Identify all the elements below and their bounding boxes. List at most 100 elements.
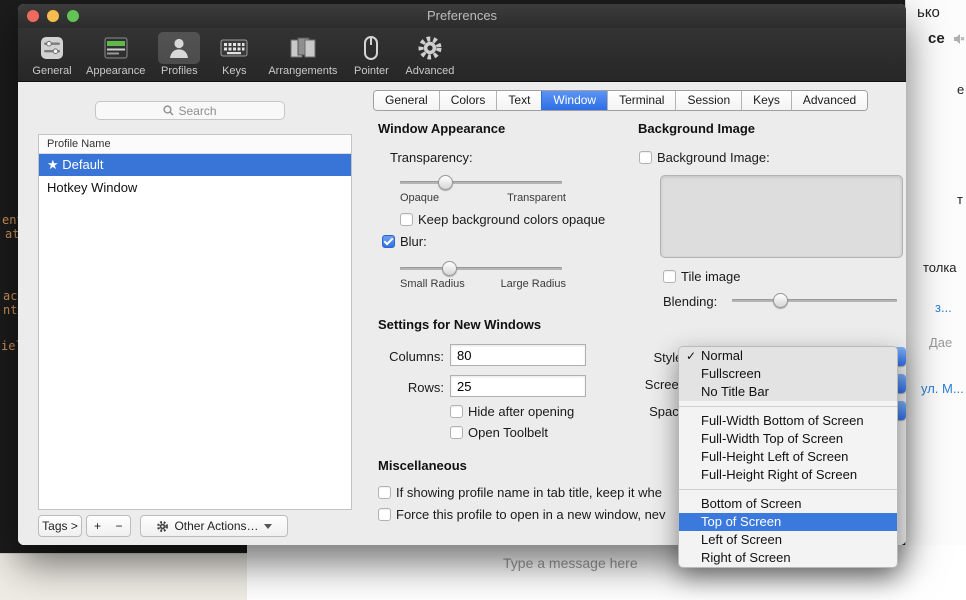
titlebar[interactable]: Preferences bbox=[18, 4, 906, 28]
menu-item-label: No Title Bar bbox=[701, 384, 769, 399]
menu-item-label: Full-Width Top of Screen bbox=[701, 431, 844, 446]
desktop: ent- ate aci nt; ield- ько ce е т толка … bbox=[0, 0, 966, 600]
tab-general[interactable]: General bbox=[374, 91, 439, 110]
add-profile-button[interactable]: + bbox=[86, 515, 109, 537]
menu-item-left-of-screen[interactable]: Left of Screen bbox=[679, 531, 897, 549]
traffic-lights bbox=[27, 10, 79, 22]
tags-button[interactable]: Tags > bbox=[38, 515, 82, 537]
new-windows-heading: Settings for New Windows bbox=[378, 317, 542, 332]
toolbar-item-pointer[interactable]: Pointer bbox=[347, 32, 395, 77]
columns-input[interactable] bbox=[450, 344, 586, 366]
transparent-label: Transparent bbox=[507, 192, 566, 204]
slider-track[interactable] bbox=[400, 267, 562, 270]
menu-item-label: Full-Width Bottom of Screen bbox=[701, 413, 864, 428]
advanced-gear-icon bbox=[409, 32, 451, 64]
checkbox-box bbox=[378, 486, 391, 499]
toolbar-label: Pointer bbox=[353, 65, 389, 77]
tab-session[interactable]: Session bbox=[675, 91, 742, 110]
toolbar-item-profiles[interactable]: Profiles bbox=[155, 32, 203, 77]
rows-input[interactable] bbox=[450, 375, 586, 397]
tab-window[interactable]: Window bbox=[541, 91, 608, 110]
checkbox-box bbox=[450, 405, 463, 418]
toolbar-item-appearance[interactable]: Appearance bbox=[83, 32, 148, 77]
slider-track[interactable] bbox=[400, 181, 562, 184]
tab-text[interactable]: Text bbox=[496, 91, 542, 110]
background-panel bbox=[0, 553, 247, 600]
menu-item-full-width-top[interactable]: Full-Width Top of Screen bbox=[679, 430, 897, 448]
tab-colors[interactable]: Colors bbox=[438, 91, 497, 110]
menu-item-label: Normal bbox=[701, 348, 743, 363]
zoom-button[interactable] bbox=[67, 10, 79, 22]
slider-knob[interactable] bbox=[438, 175, 454, 190]
checkbox-box bbox=[639, 151, 652, 164]
search-placeholder: Search bbox=[178, 103, 217, 118]
background-image-well[interactable] bbox=[660, 175, 903, 258]
toolbar-label: Arrangements bbox=[268, 65, 338, 77]
style-menu-group-2: Full-Width Bottom of Screen Full-Width T… bbox=[679, 412, 897, 484]
menu-item-full-height-right[interactable]: Full-Height Right of Screen bbox=[679, 466, 897, 484]
checkbox-label: Open Toolbelt bbox=[468, 425, 548, 440]
menu-item-full-height-left[interactable]: Full-Height Left of Screen bbox=[679, 448, 897, 466]
gear-icon bbox=[156, 520, 169, 533]
slider-track[interactable] bbox=[732, 299, 897, 302]
tab-terminal[interactable]: Terminal bbox=[607, 91, 676, 110]
checkbox-box bbox=[378, 508, 391, 521]
blur-checkbox[interactable]: Blur: bbox=[382, 234, 427, 249]
menu-item-normal[interactable]: ✓ Normal bbox=[679, 347, 897, 365]
menu-item-right-of-screen[interactable]: Right of Screen bbox=[679, 549, 897, 567]
style-popup-menu: ✓ Normal Fullscreen No Title Bar Full-Wi… bbox=[678, 346, 898, 568]
menu-item-fullscreen[interactable]: Fullscreen bbox=[679, 365, 897, 383]
transparency-slider[interactable] bbox=[400, 175, 562, 190]
toolbar-label: Keys bbox=[222, 65, 247, 77]
keys-icon bbox=[213, 32, 255, 64]
search-input[interactable]: Search bbox=[95, 101, 285, 120]
menu-item-top-of-screen[interactable]: Top of Screen bbox=[679, 513, 897, 531]
force-new-window-checkbox[interactable]: Force this profile to open in a new wind… bbox=[378, 507, 666, 522]
tile-image-checkbox[interactable]: Tile image bbox=[663, 269, 740, 284]
keep-opaque-checkbox[interactable]: Keep background colors opaque bbox=[400, 212, 605, 227]
toolbar-item-advanced[interactable]: Advanced bbox=[402, 32, 457, 77]
chat-fragment: е bbox=[957, 82, 965, 97]
preferences-toolbar: General Appearance Profiles Keys Arrange… bbox=[18, 28, 906, 82]
style-label: Style: bbox=[653, 350, 686, 365]
checkbox-label: Keep background colors opaque bbox=[418, 212, 606, 227]
columns-label: Columns: bbox=[389, 349, 444, 364]
message-input[interactable]: Type a message here bbox=[503, 555, 638, 571]
minimize-button[interactable] bbox=[47, 10, 59, 22]
menu-item-bottom-of-screen[interactable]: Bottom of Screen bbox=[679, 495, 897, 513]
chat-fragment: ce bbox=[928, 30, 945, 47]
close-button[interactable] bbox=[27, 10, 39, 22]
other-actions-button[interactable]: Other Actions… bbox=[140, 515, 288, 537]
profile-row-hotkey-window[interactable]: Hotkey Window bbox=[39, 176, 351, 198]
menu-item-no-title-bar[interactable]: No Title Bar bbox=[679, 383, 897, 401]
profile-row-default[interactable]: ★ Default bbox=[39, 154, 351, 176]
profile-list: Profile Name ★ Default Hotkey Window bbox=[38, 134, 352, 510]
check-icon: ✓ bbox=[686, 349, 697, 363]
blur-radius-slider[interactable] bbox=[400, 261, 562, 276]
blur-slider-labels: Small Radius Large Radius bbox=[400, 278, 566, 290]
menu-item-full-width-bottom[interactable]: Full-Width Bottom of Screen bbox=[679, 412, 897, 430]
checkbox-box bbox=[663, 270, 676, 283]
checkbox-label: Blur: bbox=[400, 234, 427, 249]
checkbox-label: Background Image: bbox=[657, 150, 770, 165]
tab-advanced[interactable]: Advanced bbox=[790, 91, 868, 110]
blending-slider[interactable] bbox=[732, 293, 897, 308]
checkbox-label: Tile image bbox=[681, 269, 741, 284]
profile-name-tab-title-checkbox[interactable]: If showing profile name in tab title, ke… bbox=[378, 485, 662, 500]
space-label: Space bbox=[649, 404, 686, 419]
background-app-panel: ько ce е т толка з... Дае ул. М... bbox=[905, 0, 966, 600]
background-image-checkbox[interactable]: Background Image: bbox=[639, 150, 770, 165]
slider-knob[interactable] bbox=[772, 293, 788, 308]
open-toolbelt-checkbox[interactable]: Open Toolbelt bbox=[450, 425, 548, 440]
menu-item-label: Full-Height Right of Screen bbox=[701, 467, 858, 482]
appearance-icon bbox=[95, 32, 137, 64]
toolbar-item-arrangements[interactable]: Arrangements bbox=[265, 32, 340, 77]
remove-profile-button[interactable]: − bbox=[108, 515, 131, 537]
tab-keys[interactable]: Keys bbox=[741, 91, 791, 110]
toolbar-item-keys[interactable]: Keys bbox=[210, 32, 258, 77]
slider-knob[interactable] bbox=[441, 261, 457, 276]
screen-label: Screen bbox=[644, 377, 686, 392]
checkbox-box bbox=[382, 235, 395, 248]
toolbar-item-general[interactable]: General bbox=[28, 32, 76, 77]
hide-after-opening-checkbox[interactable]: Hide after opening bbox=[450, 404, 574, 419]
